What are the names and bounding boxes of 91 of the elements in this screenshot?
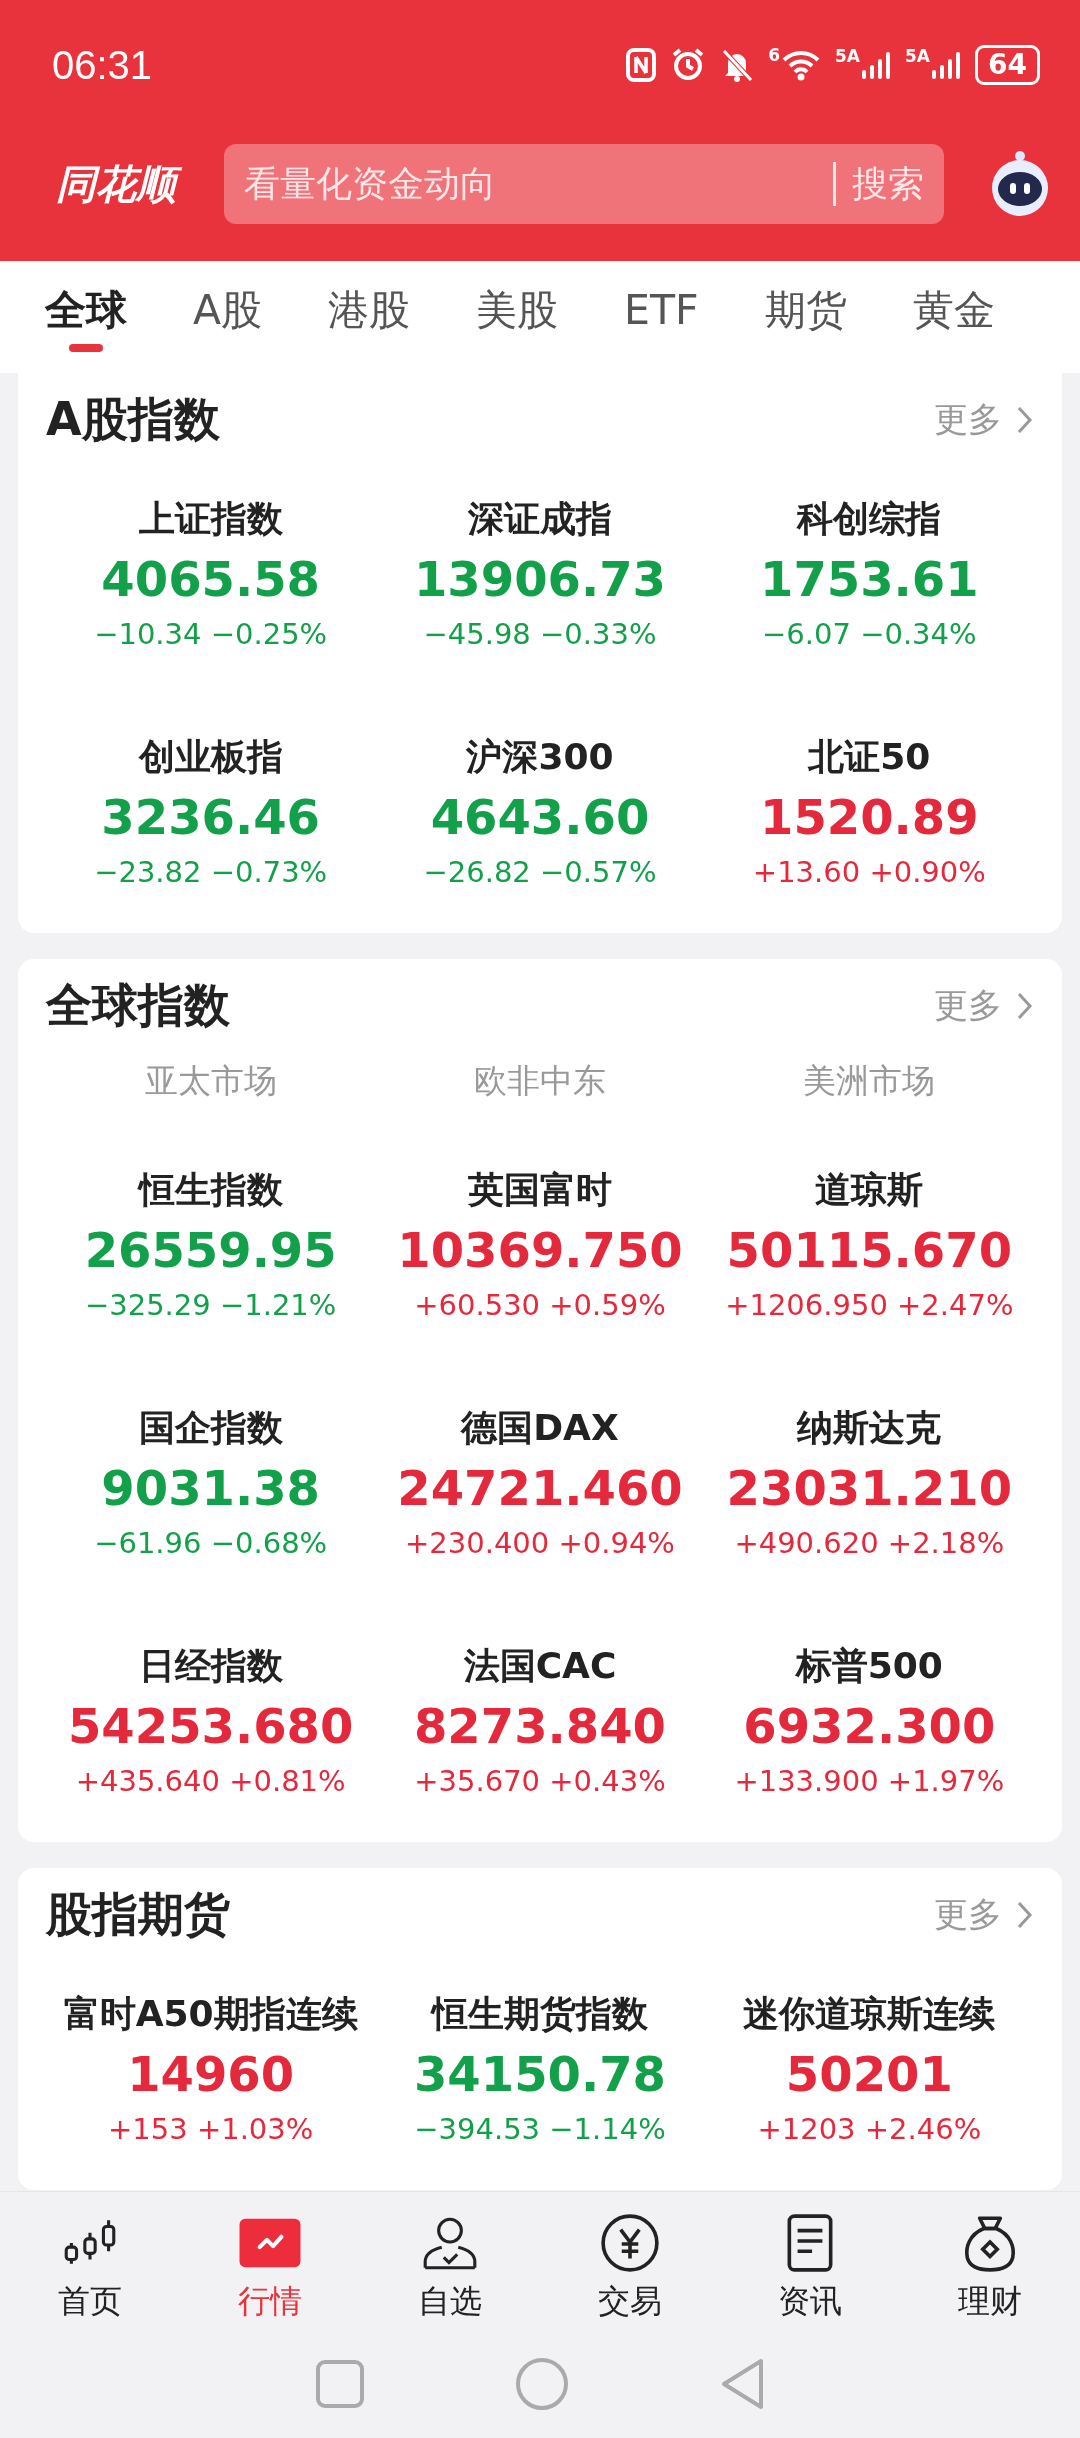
status-time: 06:31 [52, 42, 153, 88]
index-name: 道琼斯 [815, 1168, 924, 1212]
index-price: 1753.61 [760, 550, 979, 609]
index-name: 上证指数 [138, 497, 283, 541]
signal-icon [861, 50, 892, 80]
index-change: +60.530 +0.59% [414, 1287, 666, 1324]
signal-icon [931, 50, 962, 80]
back-icon[interactable] [719, 2357, 765, 2411]
index-price: 50201 [785, 2045, 953, 2104]
index-name: 法国CAC [463, 1644, 617, 1688]
nav-item[interactable]: 首页 [0, 2192, 180, 2344]
index-price: 14960 [127, 2045, 295, 2104]
nav-item[interactable]: 交易 [540, 2192, 720, 2344]
wifi-label: 6 [768, 45, 781, 65]
section-title: A股指数 [46, 391, 220, 448]
index-price: 6932.300 [743, 1697, 996, 1756]
battery-level: 64 [975, 45, 1040, 85]
index-price: 23031.210 [726, 1459, 1013, 1518]
app-logo[interactable]: 同花顺 [56, 153, 184, 214]
market-tab[interactable]: 美股 [476, 282, 559, 352]
market-region-label: 欧非中东 [473, 1060, 607, 1102]
market-tab[interactable]: 港股 [328, 282, 411, 352]
index-price: 54253.680 [67, 1697, 354, 1756]
index-change: +1203 +2.46% [757, 2111, 982, 2148]
index-name: 科创综指 [797, 497, 942, 541]
market-region-label: 美洲市场 [802, 1060, 937, 1102]
index-name: 恒生期货指数 [432, 1992, 648, 2036]
index-name: 德国DAX [461, 1406, 619, 1450]
index-price: 26559.95 [84, 1221, 337, 1280]
index-change: −10.34 −0.25% [94, 616, 328, 653]
nfc-icon [626, 48, 657, 82]
index-change: −45.98 −0.33% [423, 616, 657, 653]
market-tab[interactable]: A股 [193, 282, 263, 352]
index-name: 北证50 [808, 735, 931, 779]
index-price: 4643.60 [430, 788, 650, 847]
nav-item[interactable]: 理财 [900, 2192, 1080, 2344]
index-price: 9031.38 [101, 1459, 320, 1518]
index-change: −23.82 −0.73% [94, 854, 328, 891]
index-price: 34150.78 [413, 2045, 666, 2104]
index-price: 1520.89 [760, 788, 979, 847]
nav-item[interactable]: 行情 [180, 2192, 360, 2344]
index-price: 3236.46 [101, 788, 320, 847]
nav-item[interactable]: 自选 [360, 2192, 540, 2344]
index-name: 恒生指数 [138, 1168, 283, 1212]
index-name: 标普500 [795, 1644, 943, 1688]
index-name: 沪深300 [466, 735, 614, 779]
index-name: 创业板指 [138, 735, 283, 779]
index-change: +133.900 +1.97% [734, 1763, 1005, 1800]
index-price: 13906.73 [413, 550, 666, 609]
index-change: −6.07 −0.34% [762, 616, 977, 653]
index-change: −61.96 −0.68% [94, 1525, 328, 1562]
index-change: +13.60 +0.90% [752, 854, 986, 891]
index-name: 国企指数 [138, 1406, 283, 1450]
recent-apps-icon[interactable] [315, 2359, 365, 2409]
index-change: −325.29 −1.21% [84, 1287, 337, 1324]
index-price: 50115.670 [726, 1221, 1013, 1280]
market-tab[interactable]: 黄金 [912, 282, 995, 352]
index-name: 英国富时 [468, 1168, 612, 1212]
chevron-right-icon [1016, 991, 1034, 1021]
home-icon[interactable] [515, 2357, 569, 2411]
index-price: 8273.840 [413, 1697, 666, 1756]
chevron-right-icon [1016, 405, 1034, 435]
market-region-label: 亚太市场 [143, 1060, 278, 1102]
index-change: +153 +1.03% [108, 2111, 314, 2148]
index-change: +435.640 +0.81% [75, 1763, 346, 1800]
nav-item[interactable]: 资讯 [720, 2192, 900, 2344]
yen-icon [599, 2212, 661, 2274]
index-change: +490.620 +2.18% [734, 1525, 1005, 1562]
market-tab[interactable]: 期货 [764, 282, 847, 352]
index-change: +230.400 +0.94% [405, 1525, 675, 1562]
section-title: 股指期货 [46, 1886, 230, 1943]
network-label: 5A [835, 46, 861, 66]
index-name: 富时A50期指连续 [63, 1992, 358, 2036]
index-price: 24721.460 [397, 1459, 683, 1518]
section-title: 全球指数 [46, 977, 230, 1034]
index-name: 纳斯达克 [797, 1406, 942, 1450]
index-name: 深证成指 [468, 497, 612, 541]
muted-bell-icon [720, 47, 755, 83]
wifi-icon [781, 49, 822, 81]
index-change: +1206.950 +2.47% [725, 1287, 1014, 1324]
market-tab[interactable]: ETF [624, 286, 699, 348]
network-label: 5A [905, 46, 931, 66]
index-name: 日经指数 [138, 1644, 283, 1688]
index-name: 迷你道琼斯连续 [743, 1992, 996, 2036]
index-price: 4065.58 [101, 550, 320, 609]
index-change: +35.670 +0.43% [414, 1763, 666, 1800]
index-change: −394.53 −1.14% [414, 2111, 666, 2148]
index-price: 10369.750 [397, 1221, 683, 1280]
index-change: −26.82 −0.57% [423, 854, 657, 891]
chevron-right-icon [1016, 1900, 1034, 1930]
market-tab[interactable]: 全球 [45, 282, 127, 352]
